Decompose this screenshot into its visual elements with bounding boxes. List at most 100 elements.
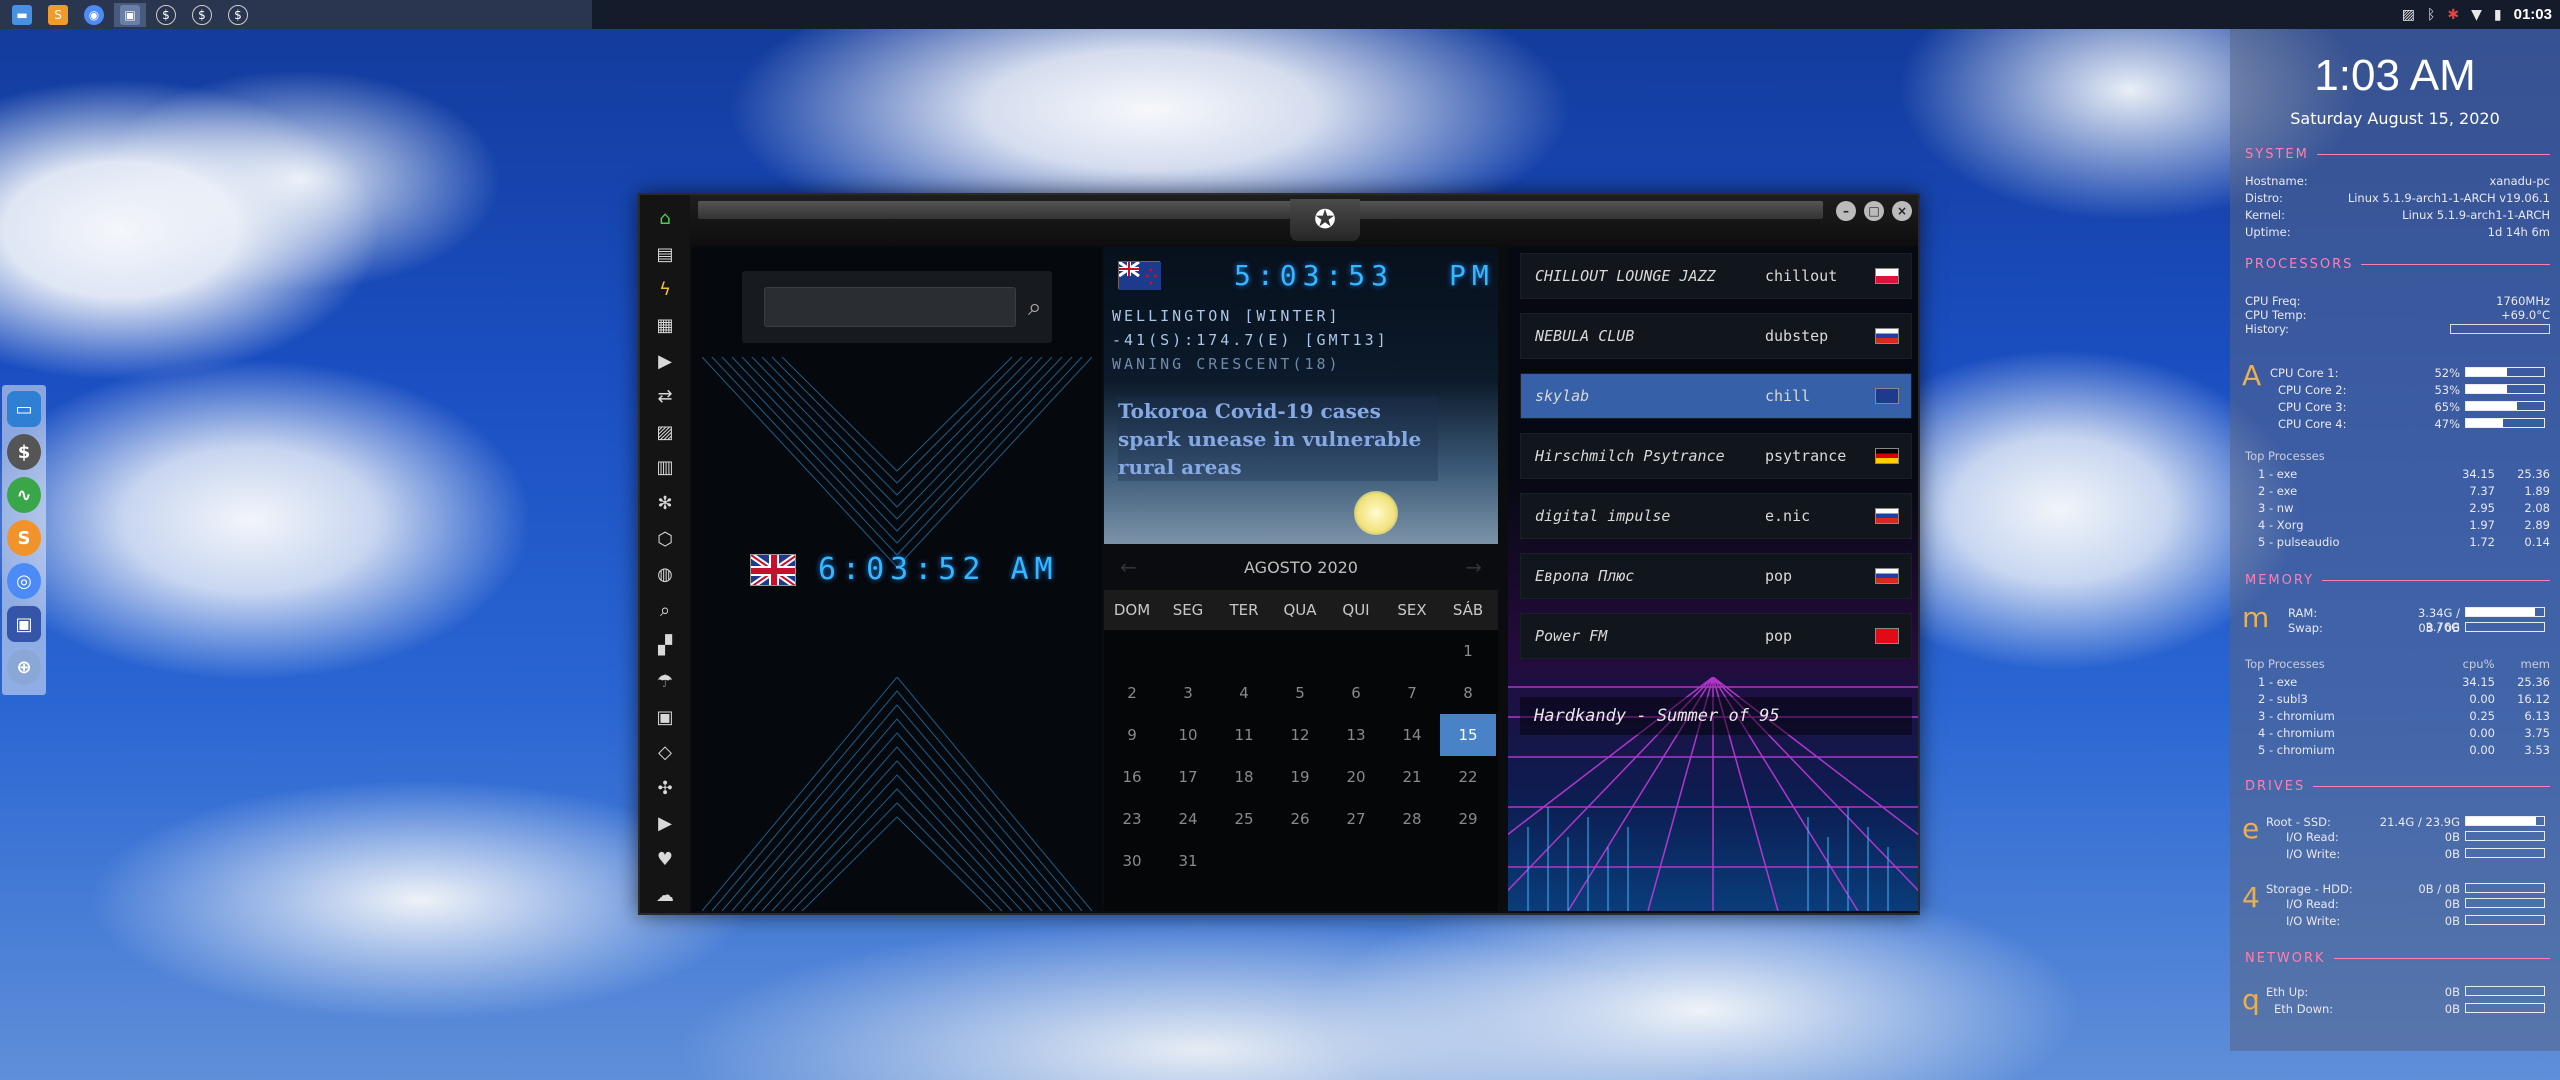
calendar-empty-cell xyxy=(1272,630,1328,672)
calendar-day[interactable]: 26 xyxy=(1272,798,1328,840)
home-icon[interactable]: ⌂ xyxy=(645,201,685,237)
chromium-icon[interactable]: ◎ xyxy=(7,563,41,599)
calendar-day[interactable]: 17 xyxy=(1160,756,1216,798)
calendar-day[interactable]: 23 xyxy=(1104,798,1160,840)
mem-glyph: m xyxy=(2242,601,2270,634)
calendar-day[interactable]: 27 xyxy=(1328,798,1384,840)
calendar-day[interactable]: 21 xyxy=(1384,756,1440,798)
translate-icon[interactable]: ⇄ xyxy=(645,379,685,415)
calendar-day[interactable]: 24 xyxy=(1160,798,1216,840)
process-cpu: 0.00 xyxy=(2469,692,2495,706)
calendar-day[interactable]: 6 xyxy=(1328,672,1384,714)
rebel-emblem-icon: ✪ xyxy=(1290,199,1360,241)
wifi-icon[interactable]: ▼ xyxy=(2471,7,2482,23)
calendar-day[interactable]: 5 xyxy=(1272,672,1328,714)
station-item[interactable]: skylab chill xyxy=(1520,373,1912,419)
close-button[interactable]: × xyxy=(1892,201,1912,221)
calendar-day[interactable]: 20 xyxy=(1328,756,1384,798)
document-icon[interactable]: ▤ xyxy=(645,237,685,273)
calendar-day[interactable]: 4 xyxy=(1216,672,1272,714)
file-manager-launcher[interactable]: ▬ xyxy=(6,3,38,27)
battery-icon[interactable]: ▮ xyxy=(2494,7,2502,23)
nz-time: 5:03:53 xyxy=(1234,259,1395,292)
calendar-day[interactable]: 12 xyxy=(1272,714,1328,756)
calendar-day[interactable]: 1 xyxy=(1440,630,1496,672)
taskbar-clock[interactable]: 01:03 xyxy=(2514,6,2552,23)
image-icon[interactable]: ▨ xyxy=(645,415,685,451)
next-month-icon[interactable]: → xyxy=(1465,555,1482,579)
calendar-day[interactable]: 9 xyxy=(1104,714,1160,756)
dollar-app-icon[interactable]: $ xyxy=(7,434,41,470)
calendar-day[interactable]: 3 xyxy=(1160,672,1216,714)
screen-icon[interactable]: ▣ xyxy=(7,606,41,642)
window-titlebar[interactable]: ✪ – □ × xyxy=(690,195,1918,245)
station-item[interactable]: digital impulse e.nic xyxy=(1520,493,1912,539)
sublime-icon[interactable]: S xyxy=(7,520,41,556)
calendar-day[interactable]: 2 xyxy=(1104,672,1160,714)
calendar-day[interactable]: 16 xyxy=(1104,756,1160,798)
calendar-day[interactable]: 7 xyxy=(1384,672,1440,714)
station-item[interactable]: Hirschmilch Psytrance psytrance xyxy=(1520,433,1912,479)
cloud-icon[interactable]: ☁ xyxy=(645,877,685,913)
calendar-day[interactable]: 31 xyxy=(1160,840,1216,882)
station-item[interactable]: Европа Плюс pop xyxy=(1520,553,1912,599)
task-3[interactable]: $ xyxy=(222,3,254,27)
task-2[interactable]: $ xyxy=(186,3,218,27)
news-headline[interactable]: Tokoroa Covid-19 cases spark unease in v… xyxy=(1118,397,1438,481)
calendar-day[interactable]: 10 xyxy=(1160,714,1216,756)
globe-icon[interactable]: ⊕ xyxy=(7,649,41,685)
calendar-day[interactable]: 15 xyxy=(1440,714,1496,756)
expand-icon[interactable]: ✣ xyxy=(645,771,685,807)
maximize-button[interactable]: □ xyxy=(1864,201,1884,221)
archive-icon[interactable]: ▦ xyxy=(645,308,685,344)
russia-flag-icon xyxy=(1875,508,1899,524)
monitor-icon[interactable]: ∿ xyxy=(7,477,41,513)
calendar-day[interactable]: 25 xyxy=(1216,798,1272,840)
calendar-day[interactable]: 28 xyxy=(1384,798,1440,840)
play-icon[interactable]: ▶ xyxy=(645,343,685,379)
top-mem-title: Top Processes cpu% mem xyxy=(2245,657,2550,671)
calendar-day[interactable]: 8 xyxy=(1440,672,1496,714)
search-icon[interactable]: ⌕ xyxy=(1028,293,1041,321)
calendar-day[interactable]: 13 xyxy=(1328,714,1384,756)
calendar-day[interactable]: 11 xyxy=(1216,714,1272,756)
station-item[interactable]: Power FM pop xyxy=(1520,613,1912,659)
task-1[interactable]: $ xyxy=(150,3,182,27)
station-item[interactable]: NEBULA CLUB dubstep xyxy=(1520,313,1912,359)
calendar-day[interactable]: 19 xyxy=(1272,756,1328,798)
search-icon[interactable]: ⌕ xyxy=(645,593,685,629)
ssd-io-write-bar xyxy=(2465,848,2545,858)
dollar-icon: $ xyxy=(156,4,176,25)
storage-label: Storage - HDD: xyxy=(2266,882,2353,896)
station-genre: chill xyxy=(1765,387,1811,405)
storage-bar xyxy=(2465,883,2545,893)
bluetooth-icon[interactable]: ᛒ xyxy=(2427,7,2435,23)
aperture-icon[interactable]: ✻ xyxy=(645,486,685,522)
station-item[interactable]: CHILLOUT LOUNGE JAZZ chillout xyxy=(1520,253,1912,299)
youtube-icon[interactable]: ▶ xyxy=(645,806,685,842)
hexagon-icon[interactable]: ⬡ xyxy=(645,521,685,557)
process-mem: 3.75 xyxy=(2524,726,2550,740)
calendar-day[interactable]: 29 xyxy=(1440,798,1496,840)
sublime-launcher[interactable]: S xyxy=(42,3,74,27)
calendar-day[interactable]: 18 xyxy=(1216,756,1272,798)
heart-icon[interactable]: ♥ xyxy=(645,842,685,878)
calendar-day[interactable]: 14 xyxy=(1384,714,1440,756)
calendar-day[interactable]: 30 xyxy=(1104,840,1160,882)
minimize-button[interactable]: – xyxy=(1836,201,1856,221)
lightning-icon[interactable]: ϟ xyxy=(645,272,685,308)
search-input[interactable] xyxy=(764,287,1016,327)
calendar-day[interactable]: 22 xyxy=(1440,756,1496,798)
umbrella-icon[interactable]: ☂ xyxy=(645,664,685,700)
screenshot-icon[interactable]: ▨ xyxy=(2402,7,2415,23)
files-icon[interactable]: ▭ xyxy=(7,391,41,427)
map-icon[interactable]: ▞ xyxy=(645,628,685,664)
chromium-launcher[interactable]: ◉ xyxy=(78,3,110,27)
update-icon[interactable]: ✱ xyxy=(2447,7,2459,23)
globe-icon[interactable]: ◍ xyxy=(645,557,685,593)
active-task[interactable]: ▣ xyxy=(114,2,146,27)
prev-month-icon[interactable]: ← xyxy=(1120,555,1137,579)
news-icon[interactable]: ▥ xyxy=(645,450,685,486)
contact-icon[interactable]: ▣ xyxy=(645,699,685,735)
code-icon[interactable]: ◇ xyxy=(645,735,685,771)
